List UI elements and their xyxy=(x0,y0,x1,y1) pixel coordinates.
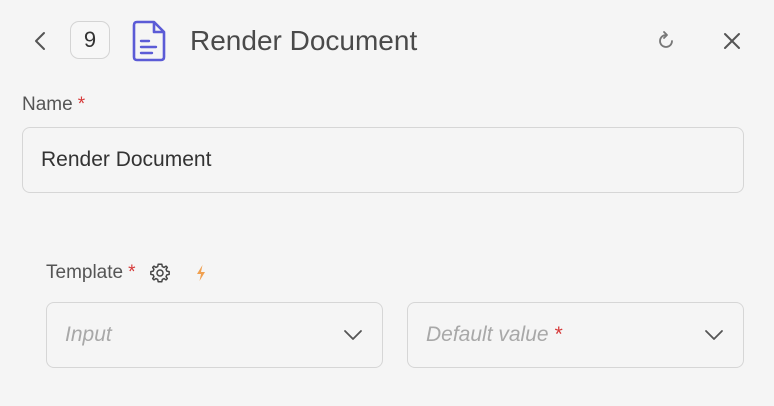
template-label: Template * xyxy=(46,262,136,284)
required-asterisk: * xyxy=(77,94,86,115)
template-default-value-select[interactable]: Default value * xyxy=(407,302,744,368)
name-label-text: Name xyxy=(22,94,73,115)
refresh-icon xyxy=(659,31,673,48)
required-asterisk: * xyxy=(554,323,563,346)
chevron-down-icon xyxy=(344,330,362,340)
default-value-placeholder-text: Default value xyxy=(426,323,549,346)
dynamic-value-button[interactable] xyxy=(192,261,210,285)
name-input[interactable] xyxy=(22,127,744,193)
name-label: Name * xyxy=(22,93,85,117)
chevron-left-icon xyxy=(35,32,45,50)
template-label-row: Template * xyxy=(46,259,210,287)
refresh-button[interactable] xyxy=(652,27,680,55)
dropdown-toggle[interactable] xyxy=(342,324,364,346)
default-value-placeholder: Default value * xyxy=(426,323,703,347)
lightning-icon xyxy=(196,265,205,281)
back-button[interactable] xyxy=(26,24,54,58)
template-input-placeholder: Input xyxy=(65,323,112,346)
close-icon xyxy=(724,33,740,49)
template-settings-button[interactable] xyxy=(148,261,172,285)
template-input-select[interactable]: Input xyxy=(46,302,383,368)
close-button[interactable] xyxy=(718,27,746,55)
panel-header: 9 Render Document xyxy=(0,0,774,82)
chevron-down-icon xyxy=(705,330,723,340)
dropdown-toggle[interactable] xyxy=(703,324,725,346)
required-asterisk: * xyxy=(128,262,136,283)
step-number-badge: 9 xyxy=(70,21,110,59)
gear-icon xyxy=(149,263,170,283)
page-title: Render Document xyxy=(190,25,418,56)
template-label-text: Template xyxy=(46,262,124,283)
document-icon xyxy=(132,20,166,62)
